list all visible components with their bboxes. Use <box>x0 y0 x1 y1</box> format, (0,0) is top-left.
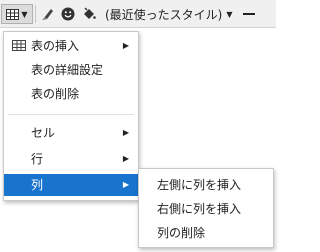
horizontal-line-icon <box>243 13 255 15</box>
smiley-icon <box>61 7 75 21</box>
eraser-button[interactable] <box>39 4 57 24</box>
chevron-right-icon: ▶ <box>122 41 129 50</box>
submenu-item-delete-column[interactable]: 列の削除 <box>139 222 273 244</box>
menu-item-column[interactable]: 列 ▶ <box>4 174 138 196</box>
menu-item-insert-table[interactable]: 表の挿入 ▶ <box>4 35 138 57</box>
eraser-icon <box>42 9 53 20</box>
chevron-down-icon: ▼ <box>226 9 233 19</box>
horizontal-rule-button[interactable] <box>240 4 258 24</box>
menu-item-label: 列の削除 <box>157 226 206 240</box>
menu-divider <box>8 114 134 115</box>
toolbar-separator <box>35 5 36 23</box>
submenu-item-insert-column-right[interactable]: 右側に列を挿入 <box>139 198 273 220</box>
table-menu-button[interactable]: ▼ <box>1 4 33 24</box>
table-icon <box>6 8 20 20</box>
menu-item-label: 左側に列を挿入 <box>157 178 242 192</box>
menu-item-label: セル <box>31 126 56 140</box>
menu-item-label: 列 <box>31 178 44 192</box>
style-select[interactable]: (最近使ったスタイル) ▼ <box>103 4 235 24</box>
menu-item-label: 右側に列を挿入 <box>157 202 242 216</box>
chevron-right-icon: ▶ <box>122 180 129 189</box>
menu-item-label: 表の挿入 <box>31 39 80 53</box>
emoji-button[interactable] <box>59 4 77 24</box>
menu-item-label: 表の詳細設定 <box>31 63 104 77</box>
menu-item-delete-table[interactable]: 表の削除 <box>4 83 138 105</box>
submenu-item-insert-column-left[interactable]: 左側に列を挿入 <box>139 174 273 196</box>
chevron-down-icon: ▼ <box>21 9 28 19</box>
menu-item-table-properties[interactable]: 表の詳細設定 <box>4 59 138 81</box>
table-dropdown-menu: 表の挿入 ▶ 表の詳細設定 表の削除 セル ▶ 行 ▶ 列 ▶ <box>3 31 139 201</box>
menu-item-label: 行 <box>31 152 44 166</box>
chevron-right-icon: ▶ <box>122 128 129 137</box>
editor-toolbar: ▼ (最近使ったスタイル) ▼ <box>0 0 276 28</box>
chevron-right-icon: ▶ <box>122 154 129 163</box>
table-icon <box>12 40 26 51</box>
menu-item-label: 表の削除 <box>31 87 80 101</box>
menu-item-row[interactable]: 行 ▶ <box>4 148 138 170</box>
menu-item-cell[interactable]: セル ▶ <box>4 122 138 144</box>
paint-bucket-icon <box>84 7 96 19</box>
column-submenu: 左側に列を挿入 右側に列を挿入 列の削除 <box>138 168 274 248</box>
background-color-button[interactable] <box>80 4 98 24</box>
style-select-value: (最近使ったスタイル) <box>105 7 223 22</box>
